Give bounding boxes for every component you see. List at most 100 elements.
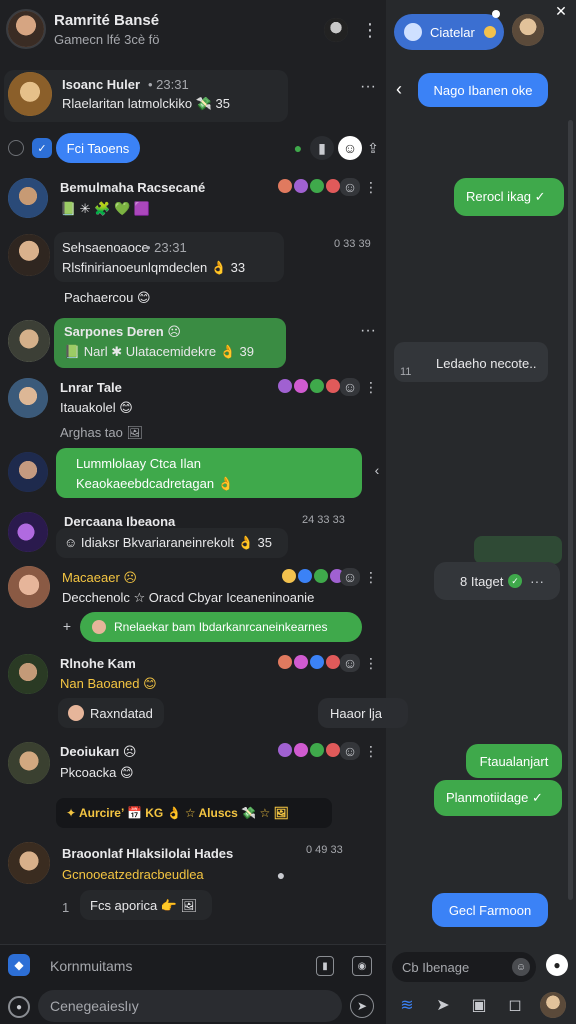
- more-icon[interactable]: ···: [360, 322, 376, 340]
- chat-name: Braoonlaf Hlaksilolai Hades: [62, 846, 234, 861]
- filter-radio-icon[interactable]: [8, 140, 24, 156]
- chat-preview: ☺ Idiaksr Bkvariaraneinrekolt 👌 35: [64, 535, 272, 550]
- chat-name: Isoanc Huler: [62, 77, 141, 92]
- mini-avatar: [68, 705, 84, 721]
- chat-preview: Rlaelaritan latmolckiko 💸 35: [62, 96, 230, 111]
- contact-avatar[interactable]: [512, 14, 544, 46]
- filter-chip[interactable]: Fci Taoens: [56, 133, 140, 163]
- messenger-app: Ramrité Bansé Gamecn lfé 3cè fö ⋮ Ciatel…: [0, 0, 576, 1024]
- emoji-icon[interactable]: ☺: [338, 136, 362, 160]
- profile-avatar[interactable]: [6, 9, 46, 49]
- avatar: [8, 742, 50, 784]
- chat-preview: 📗 ✳ 🧩 💚 🟪: [60, 201, 151, 216]
- chat-name: Sehsaenoaoce: [62, 240, 149, 255]
- chat-reply-bubble[interactable]: Rnelaekar bam Ibdarkanrcaneinkearnes: [80, 612, 362, 642]
- profile-mini-avatar[interactable]: [540, 992, 566, 1018]
- reaction-add-icon[interactable]: ☺: [340, 654, 360, 672]
- message-bubble[interactable]: Rerocl ikag ✓: [454, 178, 564, 216]
- pin-icon[interactable]: ●: [274, 867, 288, 883]
- avatar: [8, 72, 52, 116]
- compose-button[interactable]: Ciatelar: [394, 14, 504, 50]
- message-bubble[interactable]: Planmotiidage ✓: [434, 780, 562, 816]
- chat-name: Dercaana Ibeaona: [64, 514, 176, 529]
- avatar: [8, 234, 50, 276]
- reaction-add-icon[interactable]: ☺: [340, 378, 360, 396]
- chat-preview: Nan Baoaned 😊: [60, 676, 157, 691]
- chat-preview: Decchenolc ☆ Oracd Cbyar Iceaneninoanie: [62, 590, 315, 605]
- reaction-group: [278, 655, 340, 669]
- send-icon[interactable]: ➤: [350, 994, 374, 1018]
- chevron-left-icon[interactable]: ‹: [370, 462, 384, 478]
- more-icon[interactable]: ⋮: [364, 654, 378, 672]
- add-icon[interactable]: ●: [8, 996, 30, 1018]
- filter-toggle-icon[interactable]: ✓: [32, 138, 52, 158]
- conversation-panel: [386, 0, 576, 1024]
- more-icon[interactable]: ⋮: [364, 178, 378, 196]
- emoji-icon[interactable]: ☺: [512, 958, 530, 976]
- more-icon[interactable]: ⋮: [364, 378, 378, 396]
- image-icon[interactable]: ▣: [468, 994, 490, 1016]
- message-text: Nago Ibanen oke: [433, 82, 533, 98]
- navigation-icon[interactable]: ➤: [432, 994, 454, 1016]
- chat-bubble-icon[interactable]: ◻: [504, 994, 526, 1016]
- chat-extra-right-text: Haaor lja: [330, 706, 383, 721]
- chat-name: Rlnohe Kam: [60, 656, 136, 671]
- avatar: [8, 566, 50, 608]
- chat-time: • 23:31: [148, 77, 189, 92]
- plus-icon[interactable]: +: [60, 618, 74, 634]
- avatar: [8, 654, 48, 694]
- chat-time: 0 33 39: [334, 238, 371, 250]
- avatar: [8, 842, 50, 884]
- chat-time: 24 33 33: [302, 514, 345, 526]
- message-bubble[interactable]: Nago Ibanen oke: [418, 73, 548, 107]
- chat-reply-text: Rnelaekar bam Ibdarkanrcaneinkearnes: [114, 620, 328, 634]
- message-text: Planmotiidage ✓: [446, 790, 543, 805]
- location-icon[interactable]: ●: [288, 138, 308, 158]
- chat-name: Sarpones Deren ☹: [64, 324, 181, 339]
- chat-preview: Keaokaeebdcadretagan 👌: [76, 476, 234, 491]
- close-icon[interactable]: ✕: [552, 2, 570, 20]
- mic-icon[interactable]: ●: [546, 954, 568, 976]
- message-text: 8 Itaget: [460, 574, 504, 589]
- message-count: 11: [400, 366, 412, 378]
- chat-preview: Itauakolel 😊: [60, 400, 133, 415]
- scrollbar[interactable]: [568, 120, 573, 900]
- compose-icon: [404, 23, 422, 41]
- check-icon: ✓: [508, 574, 522, 588]
- more-icon[interactable]: ⋮: [364, 568, 378, 586]
- reaction-add-icon[interactable]: ☺: [340, 742, 360, 760]
- message-bubble[interactable]: Ftaualanjart: [466, 744, 562, 778]
- message-bubble[interactable]: Gecl Farmoon: [432, 893, 548, 927]
- reaction-group: [278, 743, 340, 757]
- bookmark-icon[interactable]: ▮: [310, 136, 334, 160]
- chat-name: Lummlolaay Ctca Ilan: [76, 456, 201, 471]
- message-bubble-ghost: [474, 536, 562, 564]
- layers-icon[interactable]: ≋: [396, 994, 418, 1016]
- more-icon[interactable]: ···: [528, 573, 546, 589]
- app-icon[interactable]: ◆: [8, 954, 30, 976]
- more-icon[interactable]: ···: [360, 78, 376, 96]
- camera-icon[interactable]: ◉: [352, 956, 372, 976]
- compose-label: Ciatelar: [430, 24, 475, 40]
- compose-badge: [484, 26, 496, 38]
- chat-extra: Pachaercou 😊: [64, 290, 151, 305]
- chat-preview: Rlsfinirianoeunlqmdeclen 👌 33: [62, 260, 246, 275]
- reaction-group: [282, 569, 344, 583]
- chat-name: Macaeaer ☹: [62, 570, 137, 585]
- channel-label[interactable]: Kornmuitams: [50, 958, 132, 974]
- back-icon[interactable]: ‹: [392, 79, 406, 99]
- avatar: [8, 378, 48, 418]
- more-vertical-icon[interactable]: ⋮: [361, 20, 379, 40]
- battery-icon[interactable]: ▮: [316, 956, 334, 976]
- reaction-add-icon[interactable]: ☺: [340, 178, 360, 196]
- status-avatar[interactable]: [324, 18, 348, 42]
- chat-extra: Arghas tao 🖼: [60, 425, 143, 440]
- reaction-add-icon[interactable]: ☺: [340, 568, 360, 586]
- more-icon[interactable]: ⋮: [364, 742, 378, 760]
- message-text: Ftaualanjart: [479, 753, 549, 769]
- chat-name: Bemulmaha Racsecané: [60, 180, 206, 195]
- chat-extra-pill[interactable]: ✦ Aurcire’ 📅 KG 👌 ☆ Aluscs 💸 ☆ 🖼: [56, 798, 332, 828]
- chat-name: Deoiukarı ☹: [60, 744, 137, 759]
- message-text: Gecl Farmoon: [448, 902, 532, 918]
- share-icon[interactable]: ⇪: [364, 136, 382, 160]
